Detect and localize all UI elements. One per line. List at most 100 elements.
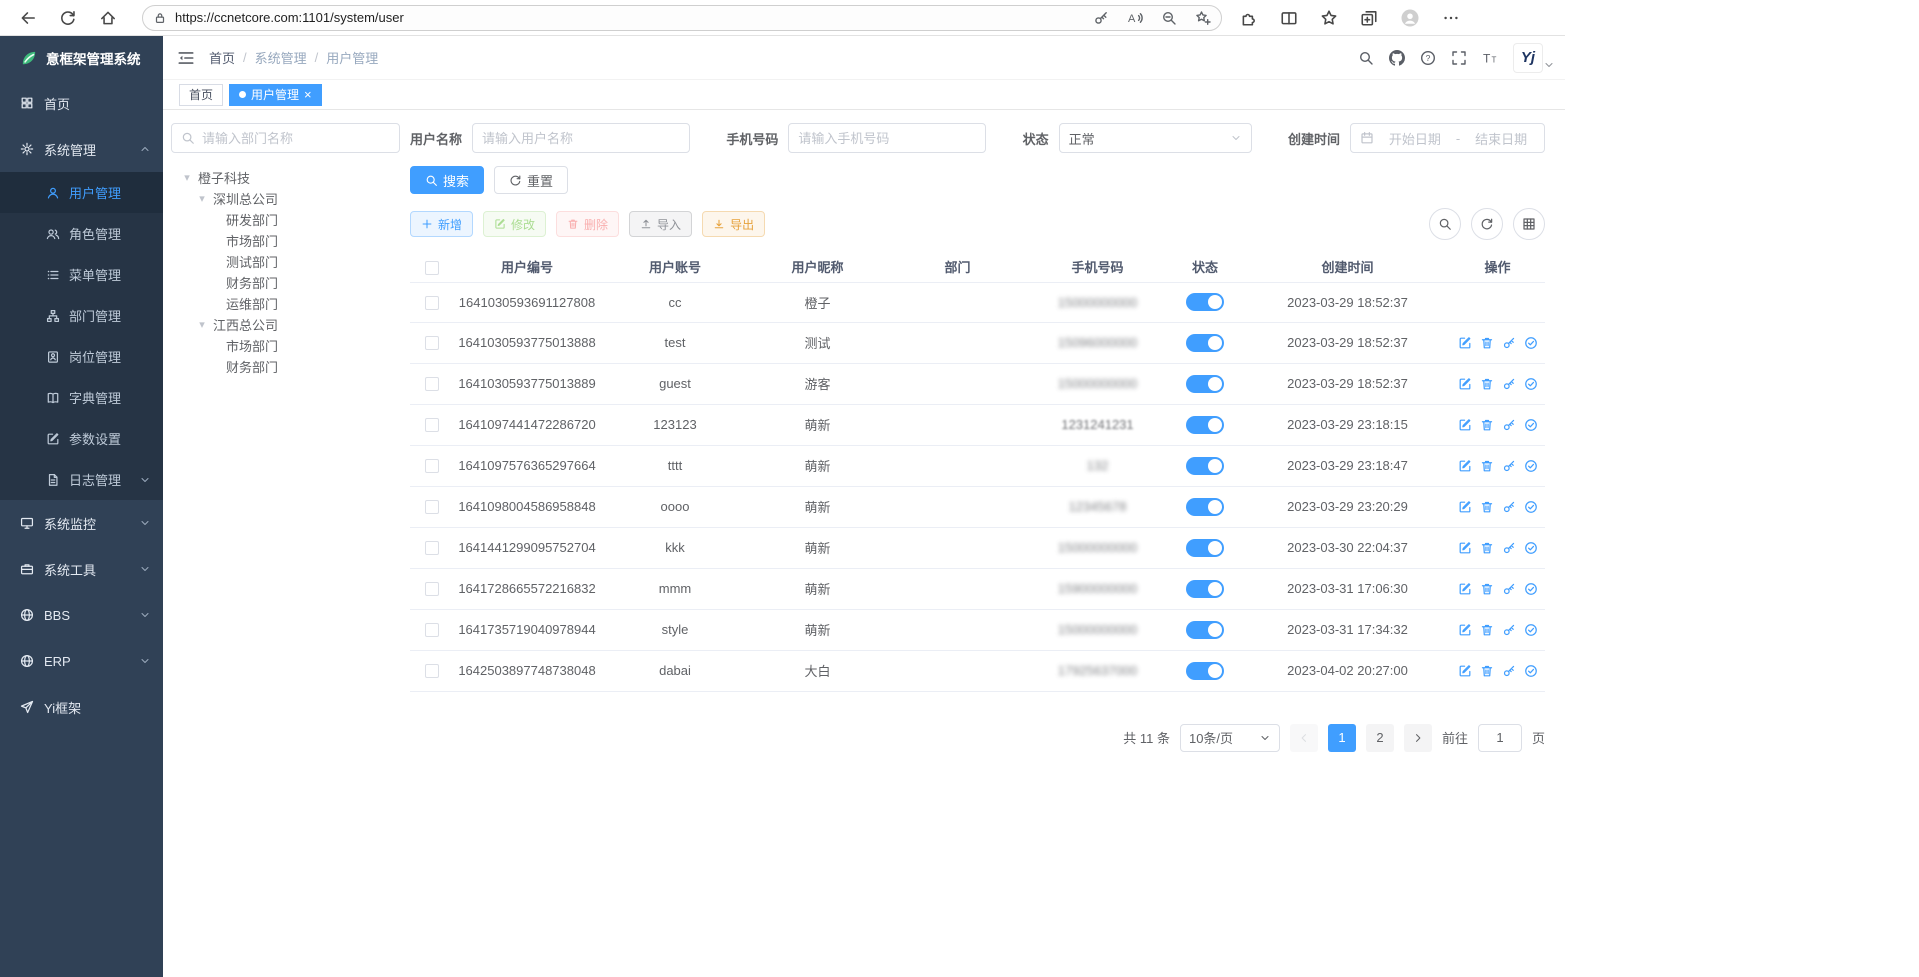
reset-button[interactable]: 重置 <box>494 166 568 194</box>
copilot-bing-icon[interactable] <box>1482 6 1506 30</box>
reset-password-icon[interactable] <box>1502 418 1516 432</box>
assign-role-icon[interactable] <box>1524 623 1538 637</box>
page-button-2[interactable]: 2 <box>1366 724 1394 752</box>
tab-home[interactable]: 首页 <box>179 84 223 106</box>
assign-role-icon[interactable] <box>1524 418 1538 432</box>
sidebar-item-role-mgmt[interactable]: 角色管理 <box>0 213 163 254</box>
assign-role-icon[interactable] <box>1524 377 1538 391</box>
status-toggle[interactable] <box>1186 498 1224 516</box>
edit-icon[interactable] <box>1458 377 1472 391</box>
sidebar-item-user-mgmt[interactable]: 用户管理 <box>0 172 163 213</box>
sidebar-item-monitor[interactable]: 系统监控 <box>0 500 163 546</box>
reset-password-icon[interactable] <box>1502 623 1516 637</box>
sidebar-item-system[interactable]: 系统管理 <box>0 126 163 172</box>
tree-node-root[interactable]: ▾ 橙子科技 <box>171 167 400 188</box>
edit-icon[interactable] <box>1458 623 1472 637</box>
sidebar-item-menu-mgmt[interactable]: 菜单管理 <box>0 254 163 295</box>
sidebar-item-dict-mgmt[interactable]: 字典管理 <box>0 377 163 418</box>
status-toggle[interactable] <box>1186 416 1224 434</box>
row-checkbox[interactable] <box>425 582 439 596</box>
goto-page-input[interactable] <box>1478 724 1522 752</box>
row-checkbox[interactable] <box>425 418 439 432</box>
read-aloud-icon[interactable] <box>1127 10 1143 26</box>
delete-icon[interactable] <box>1480 459 1494 473</box>
assign-role-icon[interactable] <box>1524 500 1538 514</box>
status-toggle[interactable] <box>1186 662 1224 680</box>
add-button[interactable]: 新增 <box>410 211 473 237</box>
sidebar-item-home[interactable]: 首页 <box>0 80 163 126</box>
department-search-input[interactable] <box>202 131 390 146</box>
tree-node-leaf[interactable]: 市场部门 <box>171 230 400 251</box>
sidebar-item-erp[interactable]: ERP <box>0 638 163 684</box>
row-checkbox[interactable] <box>425 500 439 514</box>
tab-user-mgmt[interactable]: 用户管理 × <box>229 84 322 106</box>
phone-input[interactable] <box>798 131 976 146</box>
tree-node-leaf[interactable]: 财务部门 <box>171 356 400 377</box>
page-size-select[interactable]: 10条/页 <box>1180 724 1280 752</box>
delete-icon[interactable] <box>1480 418 1494 432</box>
status-toggle[interactable] <box>1186 621 1224 639</box>
favorites-icon[interactable] <box>1320 9 1338 27</box>
tree-node-leaf[interactable]: 研发部门 <box>171 209 400 230</box>
status-toggle[interactable] <box>1186 457 1224 475</box>
sidebar-item-dept-mgmt[interactable]: 部门管理 <box>0 295 163 336</box>
row-checkbox[interactable] <box>425 296 439 310</box>
reset-password-icon[interactable] <box>1502 336 1516 350</box>
edit-icon[interactable] <box>1458 541 1472 555</box>
toggle-search-button[interactable] <box>1429 208 1461 240</box>
delete-icon[interactable] <box>1480 500 1494 514</box>
add-favorite-icon[interactable] <box>1195 10 1211 26</box>
split-screen-icon[interactable] <box>1280 9 1298 27</box>
edit-icon[interactable] <box>1458 336 1472 350</box>
caret-down-icon[interactable]: ▾ <box>196 192 208 205</box>
url-text[interactable]: https://ccnetcore.com:1101/system/user <box>175 10 1085 25</box>
edit-button[interactable]: 修改 <box>483 211 546 237</box>
row-checkbox[interactable] <box>425 336 439 350</box>
profile-avatar-icon[interactable] <box>1400 8 1420 28</box>
refresh-button[interactable] <box>56 6 80 30</box>
back-button[interactable] <box>16 6 40 30</box>
browser-home-button[interactable] <box>96 6 120 30</box>
tree-node-leaf[interactable]: 市场部门 <box>171 335 400 356</box>
close-tab-icon[interactable]: × <box>304 88 312 101</box>
reset-password-icon[interactable] <box>1502 377 1516 391</box>
date-range-picker[interactable]: 开始日期 - 结束日期 <box>1350 123 1545 153</box>
zoom-out-icon[interactable] <box>1161 10 1177 26</box>
status-toggle[interactable] <box>1186 375 1224 393</box>
tree-node-branch[interactable]: ▾ 深圳总公司 <box>171 188 400 209</box>
reset-password-icon[interactable] <box>1502 459 1516 473</box>
refresh-table-button[interactable] <box>1471 208 1503 240</box>
tree-node-leaf[interactable]: 财务部门 <box>171 272 400 293</box>
assign-role-icon[interactable] <box>1524 582 1538 596</box>
edit-icon[interactable] <box>1458 500 1472 514</box>
search-button[interactable]: 搜索 <box>410 166 484 194</box>
caret-down-icon[interactable]: ▾ <box>196 318 208 331</box>
delete-icon[interactable] <box>1480 336 1494 350</box>
delete-icon[interactable] <box>1480 582 1494 596</box>
row-checkbox[interactable] <box>425 623 439 637</box>
sidebar-item-bbs[interactable]: BBS <box>0 592 163 638</box>
row-checkbox[interactable] <box>425 377 439 391</box>
reset-password-icon[interactable] <box>1502 541 1516 555</box>
username-input[interactable] <box>482 131 680 146</box>
edit-icon[interactable] <box>1458 664 1472 678</box>
status-toggle[interactable] <box>1186 539 1224 557</box>
tree-node-leaf[interactable]: 测试部门 <box>171 251 400 272</box>
sidebar-item-param-settings[interactable]: 参数设置 <box>0 418 163 459</box>
reset-password-icon[interactable] <box>1502 664 1516 678</box>
sidebar-collapse-button[interactable] <box>177 49 195 67</box>
status-toggle[interactable] <box>1186 580 1224 598</box>
reset-password-icon[interactable] <box>1502 582 1516 596</box>
sidebar-item-log-mgmt[interactable]: 日志管理 <box>0 459 163 500</box>
status-select[interactable]: 正常 <box>1059 123 1252 153</box>
password-key-icon[interactable] <box>1093 10 1109 26</box>
delete-icon[interactable] <box>1480 377 1494 391</box>
collections-icon[interactable] <box>1360 9 1378 27</box>
import-button[interactable]: 导入 <box>629 211 692 237</box>
tree-node-leaf[interactable]: 运维部门 <box>171 293 400 314</box>
delete-icon[interactable] <box>1480 623 1494 637</box>
assign-role-icon[interactable] <box>1524 541 1538 555</box>
delete-icon[interactable] <box>1480 541 1494 555</box>
fullscreen-icon[interactable] <box>1451 50 1467 66</box>
sidebar-item-tools[interactable]: 系统工具 <box>0 546 163 592</box>
